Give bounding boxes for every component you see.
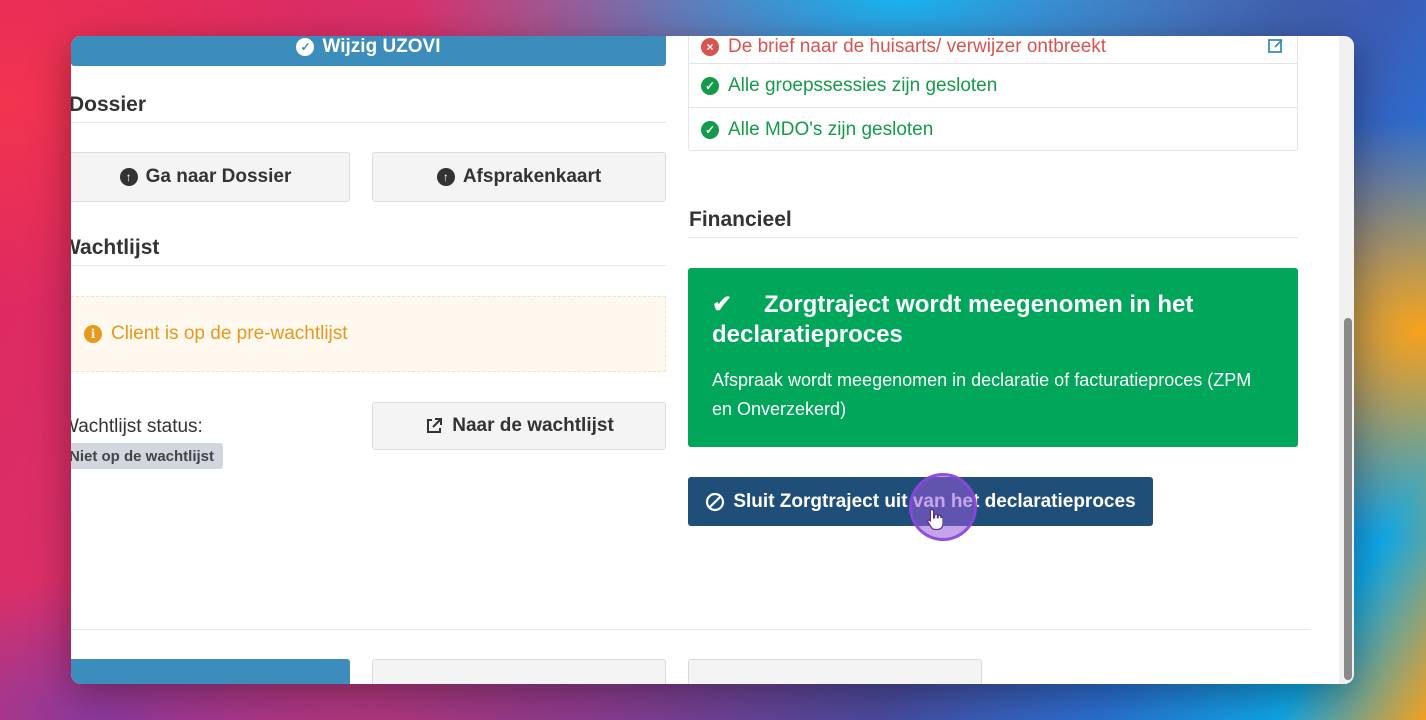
arrow-up-circle-icon: ↑ <box>436 168 455 186</box>
checkmark-icon: ✔ <box>712 291 733 318</box>
check-circle-icon: ✓ <box>296 38 315 56</box>
info-circle-icon: i <box>84 325 102 343</box>
wachtlijst-divider <box>71 265 666 266</box>
check-list: × De brief naar de huisarts/ verwijzer o… <box>688 36 1298 151</box>
callout-title-row: ✔ Zorgtraject wordt meegenomen in het dec… <box>712 290 1272 350</box>
ga-naar-dossier-label: Ga naar Dossier <box>145 166 292 187</box>
naar-wachtlijst-button[interactable]: Naar de wachtlijst <box>372 402 666 450</box>
ga-naar-dossier-button[interactable]: ↑ Ga naar Dossier <box>71 152 350 202</box>
callout-body: Afspraak wordt meegenomen in declaratie … <box>712 370 1252 419</box>
callout-title: Zorgtraject wordt meegenomen in het decl… <box>712 291 1194 348</box>
declaratie-callout: ✔ Zorgtraject wordt meegenomen in het dec… <box>688 268 1298 447</box>
financieel-divider <box>688 237 1298 238</box>
footer-primary-button[interactable] <box>71 659 350 684</box>
pre-wachtlijst-text: Client is op de pre-wachtlijst <box>111 323 348 344</box>
check-item-text: Alle groepssessies zijn gesloten <box>728 74 998 96</box>
scrollbar-thumb[interactable] <box>1344 318 1352 680</box>
check-circle-icon: ✓ <box>701 76 719 95</box>
wachtlijst-status-badge: Niet op de wachtlijst <box>71 443 224 469</box>
check-circle-icon: ✓ <box>701 120 719 139</box>
dossier-divider <box>71 122 666 123</box>
click-indicator <box>909 473 977 541</box>
footer-divider <box>71 629 1311 630</box>
app-window: ✓ Wijzig UZOVI Dossier ↑ Ga naar Dossier… <box>71 36 1354 684</box>
wijzig-uzovi-label: Wijzig UZOVI <box>322 36 441 57</box>
footer-tertiary-button[interactable] <box>688 659 982 684</box>
list-item: ✓ Alle MDO's zijn gesloten <box>689 107 1297 151</box>
list-item: ✓ Alle groepssessies zijn gesloten <box>689 63 1297 107</box>
hand-pointer-icon <box>927 508 944 534</box>
check-item-text: Alle MDO's zijn gesloten <box>728 118 934 140</box>
afsprakenkaart-button[interactable]: ↑ Afsprakenkaart <box>372 152 666 202</box>
wachtlijst-status-label: Wachtlijst status: <box>71 416 203 437</box>
arrow-up-circle-icon: ↑ <box>119 168 138 186</box>
naar-wachtlijst-label: Naar de wachtlijst <box>452 415 614 436</box>
pre-wachtlijst-alert: i Client is op de pre-wachtlijst <box>71 296 666 372</box>
wachtlijst-heading: Wachtlijst <box>71 236 160 259</box>
error-circle-icon: × <box>701 38 719 56</box>
external-link-icon <box>424 416 444 436</box>
dossier-heading: Dossier <box>71 93 147 116</box>
edit-icon[interactable] <box>1267 37 1285 55</box>
afsprakenkaart-label: Afsprakenkaart <box>462 166 602 187</box>
ban-icon <box>705 492 725 512</box>
footer-secondary-button[interactable] <box>372 659 666 684</box>
financieel-heading: Financieel <box>689 208 792 231</box>
check-item-text: De brief naar de huisarts/ verwijzer ont… <box>728 36 1107 57</box>
wijzig-uzovi-button[interactable]: ✓ Wijzig UZOVI <box>71 36 666 66</box>
